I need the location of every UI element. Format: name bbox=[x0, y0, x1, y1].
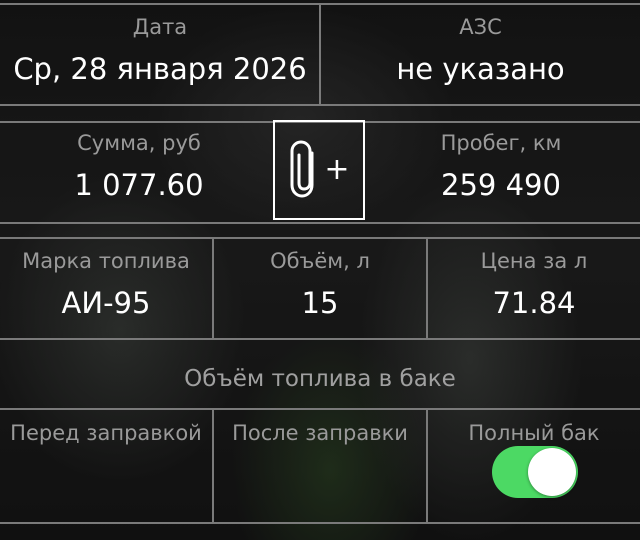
price-field[interactable]: Цена за л 71.84 bbox=[428, 248, 640, 320]
divider bbox=[0, 408, 640, 410]
toggle-knob[interactable] bbox=[528, 448, 576, 496]
date-field[interactable]: Дата Ср, 28 января 2026 bbox=[0, 14, 320, 86]
mileage-label: Пробег, км bbox=[440, 131, 562, 155]
sum-field[interactable]: Сумма, руб 1 077.60 bbox=[0, 130, 278, 202]
divider bbox=[0, 338, 640, 340]
date-label: Дата bbox=[132, 15, 188, 39]
divider bbox=[0, 237, 640, 239]
mileage-value: 259 490 bbox=[441, 168, 561, 202]
station-label: АЗС bbox=[459, 15, 502, 39]
full-tank-toggle[interactable] bbox=[492, 446, 578, 498]
fuel-type-label: Марка топлива bbox=[22, 249, 190, 273]
fuel-type-field[interactable]: Марка топлива АИ-95 bbox=[0, 248, 212, 320]
sum-value: 1 077.60 bbox=[74, 168, 204, 202]
station-value: не указано bbox=[396, 52, 565, 86]
tank-section-title: Объём топлива в баке bbox=[184, 366, 456, 392]
divider bbox=[0, 222, 640, 224]
paperclip-icon bbox=[290, 140, 314, 198]
full-tank-field: Полный бак bbox=[428, 420, 640, 446]
volume-label: Объём, л bbox=[270, 249, 370, 273]
date-value: Ср, 28 января 2026 bbox=[13, 52, 307, 86]
after-refuel-field[interactable]: После заправки bbox=[214, 420, 426, 446]
full-tank-label: Полный бак bbox=[468, 421, 600, 445]
before-refuel-field[interactable]: Перед заправкой bbox=[0, 420, 212, 446]
before-refuel-label: Перед заправкой bbox=[10, 421, 202, 445]
attach-receipt-button[interactable]: + bbox=[273, 120, 365, 220]
volume-field[interactable]: Объём, л 15 bbox=[214, 248, 426, 320]
divider bbox=[0, 522, 640, 524]
divider bbox=[0, 104, 640, 106]
station-field[interactable]: АЗС не указано bbox=[321, 14, 640, 86]
price-label: Цена за л bbox=[480, 249, 588, 273]
fuel-type-value: АИ-95 bbox=[61, 286, 151, 320]
sum-label: Сумма, руб bbox=[77, 131, 201, 155]
after-refuel-label: После заправки bbox=[232, 421, 408, 445]
mileage-field[interactable]: Пробег, км 259 490 bbox=[362, 130, 640, 202]
plus-icon: + bbox=[324, 152, 350, 187]
price-value: 71.84 bbox=[492, 286, 576, 320]
volume-value: 15 bbox=[301, 286, 339, 320]
